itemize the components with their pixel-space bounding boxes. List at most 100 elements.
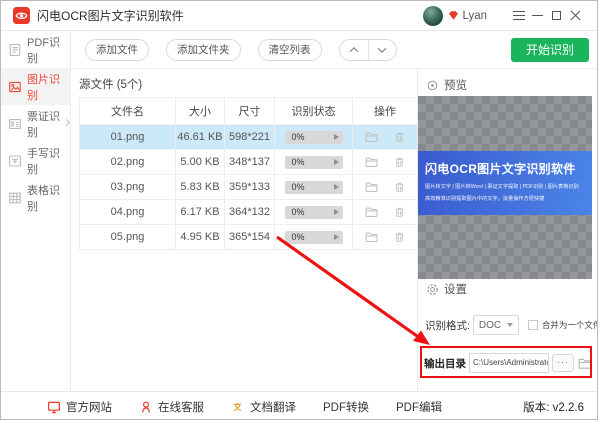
delete-icon[interactable]: [393, 180, 406, 194]
open-folder-icon[interactable]: [364, 180, 379, 194]
app-title: 闪电OCR图片文字识别软件: [37, 7, 184, 24]
footer-link-pdf-convert[interactable]: PDF转换: [323, 399, 369, 415]
table-row[interactable]: 02.png 5.00 KB 348*137 0%: [80, 150, 418, 175]
maximize-button[interactable]: [547, 5, 566, 27]
footer-link-label: PDF转换: [323, 399, 369, 415]
main-menu-button[interactable]: [509, 5, 528, 27]
table-row[interactable]: 03.png 5.83 KB 359*133 0%: [80, 175, 418, 200]
open-folder-icon[interactable]: [364, 130, 379, 144]
footer-link-online-support[interactable]: 在线客服: [139, 399, 204, 415]
source-files-title: 源文件 (5个): [79, 76, 417, 92]
maximize-icon: [552, 11, 561, 20]
status-cell: 0%: [275, 200, 353, 225]
right-panel: 预览 闪电OCR图片文字识别软件 图片转文字 | 图片转Word | 票证文字提…: [417, 69, 597, 391]
ops-cell: [353, 125, 418, 150]
format-select[interactable]: DOC: [473, 315, 519, 335]
output-dir-label: 输出目录: [424, 356, 466, 371]
clear-list-button[interactable]: 清空列表: [258, 39, 322, 61]
play-icon[interactable]: [334, 234, 339, 240]
col-filename: 文件名: [80, 98, 176, 125]
file-size: 5.83 KB: [176, 175, 225, 200]
file-dimensions: 364*132: [225, 200, 275, 225]
file-name: 04.png: [80, 200, 176, 225]
preview-title: 预览: [444, 77, 467, 93]
delete-icon[interactable]: [393, 130, 406, 144]
progress-bar: 0%: [285, 156, 343, 169]
image-icon: [8, 80, 22, 94]
support-person-icon: [139, 400, 153, 414]
ops-cell: [353, 225, 418, 250]
file-name: 02.png: [80, 150, 176, 175]
username[interactable]: Lyan: [462, 10, 487, 22]
play-icon[interactable]: [334, 209, 339, 215]
footer-link-doc-translate[interactable]: 文档翻译: [231, 399, 296, 415]
file-table: 文件名 大小 尺寸 识别状态 操作 01.png 46.61 KB 598*22…: [79, 97, 418, 250]
table-grid-icon: [8, 191, 22, 205]
table-row[interactable]: 04.png 6.17 KB 364*132 0%: [80, 200, 418, 225]
user-avatar[interactable]: [423, 6, 443, 26]
preview-image: 闪电OCR图片文字识别软件 图片转文字 | 图片转Word | 票证文字提取 |…: [418, 151, 592, 215]
sidebar-item-table-recognition[interactable]: 表格识别: [1, 179, 70, 216]
footer-link-official-site[interactable]: 官方网站: [47, 399, 112, 415]
add-folder-button[interactable]: 添加文件夹: [166, 39, 241, 61]
merge-label: 合并为一个文件: [542, 319, 598, 331]
move-down-button[interactable]: [368, 40, 396, 60]
menu-icon: [513, 15, 525, 16]
sidebar-item-pdf-recognition[interactable]: PDF识别: [1, 31, 70, 68]
delete-icon[interactable]: [393, 155, 406, 169]
status-cell: 0%: [275, 175, 353, 200]
sidebar-item-label: 表格识别: [27, 182, 70, 214]
sidebar-item-ticket-recognition[interactable]: 票证识别: [1, 105, 70, 142]
table-row[interactable]: 01.png 46.61 KB 598*221 0%: [80, 125, 418, 150]
sidebar-item-image-recognition[interactable]: 图片识别: [1, 68, 70, 105]
browse-button[interactable]: ···: [552, 354, 574, 372]
file-name: 01.png: [80, 125, 176, 150]
progress-bar: 0%: [285, 131, 343, 144]
preview-canvas: 闪电OCR图片文字识别软件 图片转文字 | 图片转Word | 票证文字提取 |…: [418, 96, 592, 279]
open-folder-icon[interactable]: [364, 205, 379, 219]
settings-title: 设置: [444, 281, 467, 297]
version-label: 版本: v2.2.6: [523, 399, 584, 415]
pdf-doc-icon: [8, 43, 22, 57]
output-row: 输出目录 C:\Users\Administrator\ ···: [424, 353, 593, 373]
start-recognition-button[interactable]: 开始识别: [511, 38, 589, 62]
col-status: 识别状态: [275, 98, 353, 125]
close-icon: [570, 10, 581, 21]
footer-link-label: 文档翻译: [250, 399, 296, 415]
footer-link-label: 官方网站: [66, 399, 112, 415]
sidebar-item-handwriting-recognition[interactable]: 手写识别: [1, 142, 70, 179]
delete-icon[interactable]: [393, 205, 406, 219]
move-up-button[interactable]: [340, 40, 368, 60]
status-cell: 0%: [275, 225, 353, 250]
open-output-folder-icon[interactable]: [577, 356, 593, 371]
preview-target-icon: [426, 79, 439, 92]
progress-label: 0%: [292, 156, 305, 169]
open-folder-icon[interactable]: [364, 155, 379, 169]
output-path-input[interactable]: C:\Users\Administrator\: [469, 353, 549, 373]
preview-header: 预览: [426, 77, 467, 93]
toolbar: 添加文件 添加文件夹 清空列表 开始识别: [71, 31, 597, 69]
footer-link-pdf-edit[interactable]: PDF编辑: [396, 399, 442, 415]
monitor-icon: [47, 400, 61, 414]
progress-label: 0%: [292, 206, 305, 219]
play-icon[interactable]: [334, 159, 339, 165]
file-dimensions: 598*221: [225, 125, 275, 150]
file-size: 4.95 KB: [176, 225, 225, 250]
footer-link-label: 在线客服: [158, 399, 204, 415]
merge-checkbox[interactable]: [528, 320, 538, 330]
file-dimensions: 348*137: [225, 150, 275, 175]
footer-link-label: PDF编辑: [396, 399, 442, 415]
play-icon[interactable]: [334, 134, 339, 140]
close-button[interactable]: [566, 5, 585, 27]
delete-icon[interactable]: [393, 230, 406, 244]
minimize-button[interactable]: [528, 5, 547, 27]
open-folder-icon[interactable]: [364, 230, 379, 244]
play-icon[interactable]: [334, 184, 339, 190]
id-card-icon: [8, 117, 22, 131]
table-row[interactable]: 05.png 4.95 KB 365*154 0%: [80, 225, 418, 250]
sidebar: PDF识别 图片识别 票证识别 手写识别 表格识别: [1, 31, 71, 391]
progress-label: 0%: [292, 181, 305, 194]
translate-icon: [231, 400, 245, 414]
ops-cell: [353, 175, 418, 200]
add-file-button[interactable]: 添加文件: [85, 39, 149, 61]
